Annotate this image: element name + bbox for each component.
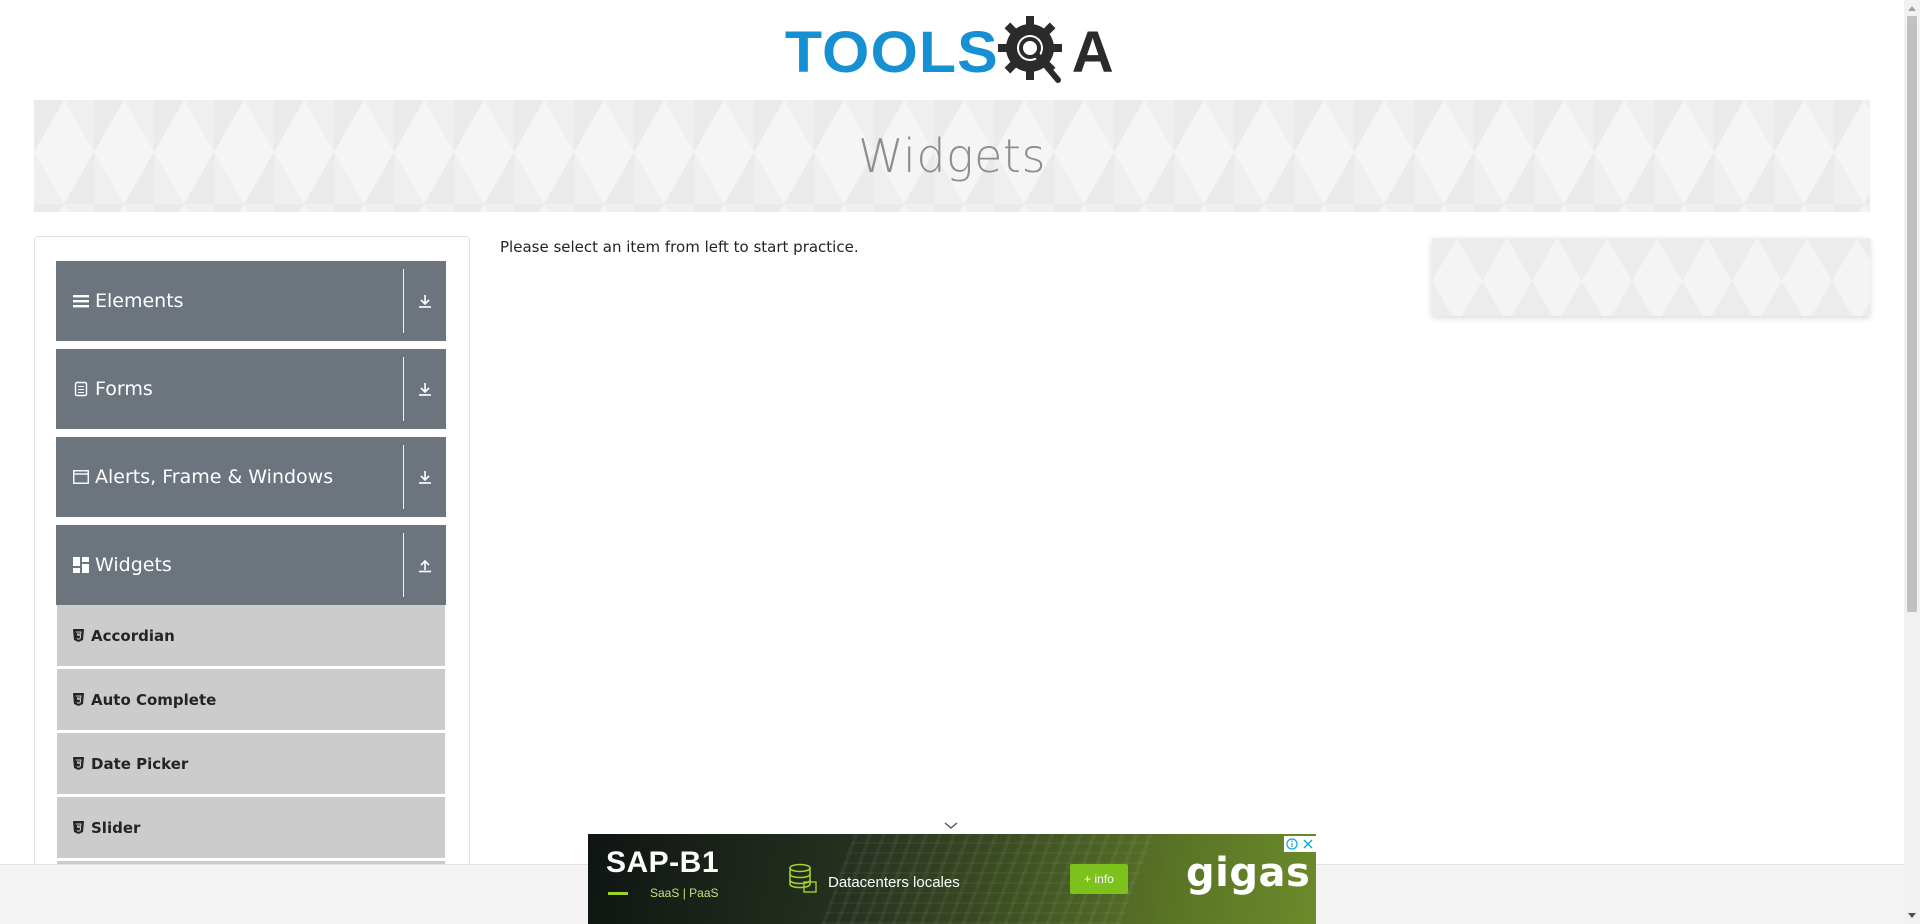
html5-icon: [72, 629, 84, 643]
divider: [403, 269, 404, 333]
side-ad-placeholder: [1432, 238, 1870, 316]
hamburger-icon: [73, 293, 89, 309]
html5-icon: [72, 821, 84, 835]
dashboard-icon: [73, 557, 89, 573]
sidebar-item-label: Slider: [91, 818, 141, 837]
toolsqa-logo[interactable]: TOOLS A: [785, 14, 1114, 92]
scrollbar-thumb[interactable]: [1907, 16, 1917, 612]
sidebar-group-alerts[interactable]: Alerts, Frame & Windows: [56, 437, 446, 517]
sidebar-group-label: Forms: [95, 378, 153, 400]
close-icon[interactable]: [1300, 836, 1316, 852]
page: TOOLS A Widgets Elements Forms Alerts, F…: [0, 0, 1920, 924]
vertical-scrollbar[interactable]: [1904, 0, 1920, 924]
sidebar-group-widgets[interactable]: Widgets: [56, 525, 446, 605]
ad-accent-bar: [608, 892, 628, 895]
ad-brand-logo: gigas: [1186, 850, 1311, 896]
sidebar: Elements Forms Alerts, Frame & Windows W…: [34, 236, 470, 924]
page-title: Widgets: [858, 129, 1046, 183]
sidebar-group-forms[interactable]: Forms: [56, 349, 446, 429]
info-icon[interactable]: [1284, 836, 1300, 852]
sidebar-group-label: Alerts, Frame & Windows: [95, 466, 334, 488]
download-arrow-icon[interactable]: [404, 437, 446, 517]
logo-text: TOOLS: [784, 20, 999, 85]
sidebar-group-label: Widgets: [95, 554, 172, 576]
divider: [403, 445, 404, 509]
sidebar-item-auto-complete[interactable]: Auto Complete: [57, 669, 445, 731]
html5-icon: [72, 693, 84, 707]
ad-title: SAP-B1: [606, 846, 720, 879]
logo-suffix: A: [1071, 20, 1114, 85]
sidebar-item-accordian[interactable]: Accordian: [57, 605, 445, 667]
ad-tagline: Datacenters locales: [828, 874, 960, 891]
sidebar-item-date-picker[interactable]: Date Picker: [57, 733, 445, 795]
bottom-ad-banner[interactable]: SAP-B1 SaaS | PaaS Datacenters locales +…: [588, 834, 1316, 924]
page-banner: Widgets: [34, 100, 1870, 212]
sidebar-group-label: Elements: [95, 290, 184, 312]
sidebar-item-slider[interactable]: Slider: [57, 797, 445, 859]
document-icon: [73, 381, 89, 397]
database-server-icon: [786, 862, 818, 899]
sidebar-item-label: Auto Complete: [91, 690, 217, 709]
divider: [403, 357, 404, 421]
ad-subtitle: SaaS | PaaS: [650, 886, 719, 900]
sidebar-item-label: Accordian: [91, 626, 175, 645]
scroll-up-arrow-icon[interactable]: [1904, 0, 1920, 16]
sidebar-item-label: Date Picker: [91, 754, 189, 773]
download-arrow-icon[interactable]: [404, 261, 446, 341]
gear-magnifier-icon: [996, 14, 1070, 92]
upload-arrow-icon[interactable]: [404, 525, 446, 605]
sidebar-group-elements[interactable]: Elements: [56, 261, 446, 341]
scroll-down-arrow-icon[interactable]: [1904, 908, 1920, 924]
ad-cta-button[interactable]: + info: [1070, 864, 1128, 894]
chevron-down-icon[interactable]: [942, 818, 960, 832]
window-icon: [73, 469, 89, 485]
divider: [403, 533, 404, 597]
download-arrow-icon[interactable]: [404, 349, 446, 429]
html5-icon: [72, 757, 84, 771]
main-instruction-text: Please select an item from left to start…: [500, 238, 859, 256]
